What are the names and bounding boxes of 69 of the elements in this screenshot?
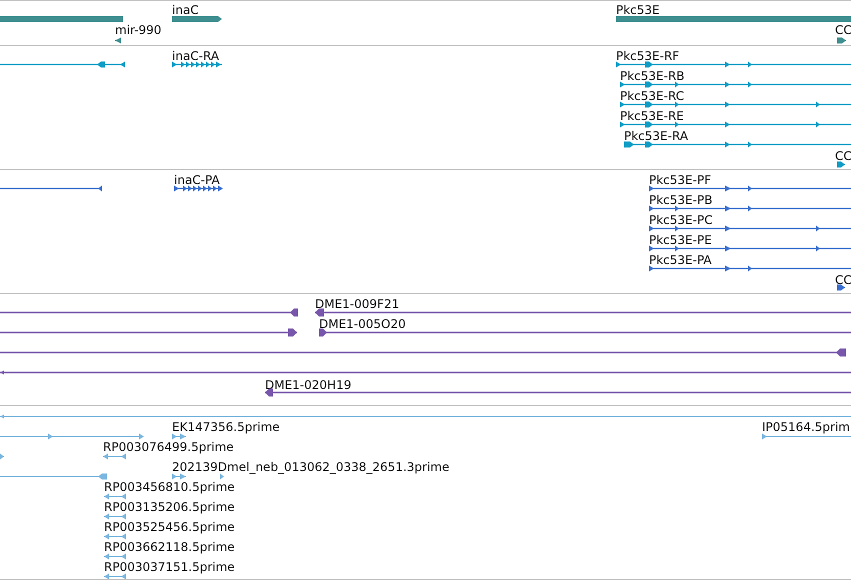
feature-label: CC: [835, 23, 851, 37]
est-glyph[interactable]: [0, 434, 144, 440]
clone-glyph[interactable]: [315, 308, 851, 316]
feature-label: Pkc53E-RB: [620, 69, 685, 83]
protein-glyph[interactable]: [649, 266, 851, 272]
feature-label: Pkc53E-PA: [649, 253, 712, 267]
feature-label: RP003037151.5prime: [104, 560, 235, 574]
transcript-glyph[interactable]: [624, 142, 851, 148]
feature-label: mir-990: [115, 23, 162, 37]
protein-glyph[interactable]: [649, 246, 851, 252]
feature-label: DME1-020H19: [265, 378, 352, 392]
est-glyph[interactable]: [0, 454, 4, 460]
feature-label: DME1-005O20: [319, 317, 406, 331]
feature-label: CC: [835, 149, 851, 163]
feature-label: DME1-009F21: [315, 297, 400, 311]
feature-label: Pkc53E-PE: [649, 233, 712, 247]
feature-label: Pkc53E-PF: [649, 173, 712, 187]
clone-glyph[interactable]: [0, 348, 846, 356]
clone-glyph[interactable]: [0, 328, 297, 336]
transcript-glyph[interactable]: [616, 62, 851, 68]
feature-label: 202139Dmel_neb_013062_0338_2651.3prime: [172, 460, 450, 474]
est-glyph[interactable]: [104, 554, 126, 560]
feature-label: IP05164.5prim: [762, 420, 850, 434]
feature-label: RP003135206.5prime: [104, 500, 235, 514]
est-glyph[interactable]: [172, 434, 186, 440]
clone-glyph[interactable]: [0, 308, 298, 316]
feature-label: RP003076499.5prime: [103, 440, 234, 454]
transcript-glyph[interactable]: [0, 62, 125, 68]
feature-label: Pkc53E-RA: [624, 129, 688, 143]
gene-glyph[interactable]: [115, 38, 121, 44]
protein-glyph[interactable]: [649, 186, 851, 192]
est-glyph[interactable]: [104, 514, 126, 520]
feature-label: RP003456810.5prime: [104, 480, 235, 494]
protein-glyph[interactable]: [174, 186, 223, 192]
clone-glyph[interactable]: [0, 370, 851, 374]
gene-glyph[interactable]: [172, 16, 222, 22]
est-glyph[interactable]: [0, 474, 108, 480]
est-glyph[interactable]: [104, 574, 126, 579]
gene-glyph[interactable]: [837, 38, 846, 44]
transcript-glyph[interactable]: [620, 102, 851, 108]
protein-glyph[interactable]: [0, 186, 102, 192]
transcript-glyph[interactable]: [172, 62, 222, 68]
feature-label: Pkc53E-PB: [649, 193, 712, 207]
est-glyph[interactable]: [172, 474, 224, 480]
feature-label: inaC: [172, 3, 199, 17]
est-glyph[interactable]: [104, 494, 126, 500]
est-glyph[interactable]: [102, 454, 126, 460]
feature-label: Pkc53E-RF: [616, 49, 680, 63]
feature-label: Pkc53E-RC: [620, 89, 684, 103]
feature-label: Pkc53E: [616, 3, 660, 17]
feature-label: inaC-RA: [172, 49, 220, 63]
feature-label: CC: [835, 273, 851, 287]
feature-label: inaC-PA: [174, 173, 220, 187]
transcript-glyph[interactable]: [837, 162, 845, 168]
protein-glyph[interactable]: [837, 284, 845, 290]
protein-glyph[interactable]: [649, 206, 851, 212]
transcript-glyph[interactable]: [620, 122, 851, 128]
feature-label: EK147356.5prime: [172, 420, 280, 434]
feature-label: RP003662118.5prime: [104, 540, 235, 554]
protein-glyph[interactable]: [649, 226, 851, 232]
transcript-glyph[interactable]: [620, 82, 851, 88]
feature-label: RP003525456.5prime: [104, 520, 235, 534]
est-glyph[interactable]: [762, 434, 851, 440]
feature-label: Pkc53E-RE: [620, 109, 684, 123]
feature-label: Pkc53E-PC: [649, 213, 713, 227]
clone-glyph[interactable]: [265, 388, 851, 396]
est-glyph[interactable]: [0, 414, 851, 418]
clone-glyph[interactable]: [319, 328, 851, 336]
est-glyph[interactable]: [104, 534, 126, 540]
